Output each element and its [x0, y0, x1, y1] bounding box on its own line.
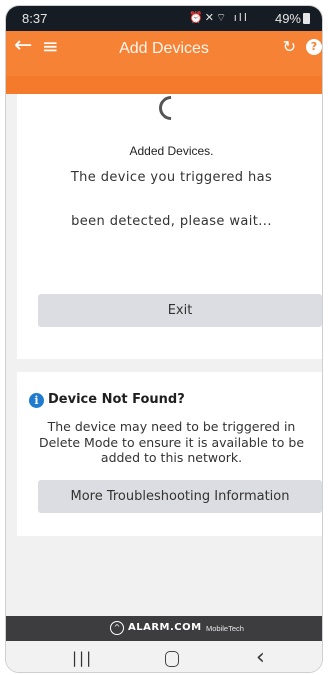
added-devices-title: Added Devices.	[129, 144, 214, 158]
battery-level: 49%	[275, 11, 310, 26]
brand-subtitle: MobileTech	[206, 624, 244, 633]
more-troubleshooting-button[interactable]: More Troubleshooting Information	[38, 480, 322, 513]
loading-spinner-icon	[154, 91, 188, 125]
info-icon: i	[29, 393, 44, 408]
alarm-logo-icon: ^	[110, 621, 124, 635]
battery-percent: 49%	[274, 11, 301, 26]
page-title: Add Devices	[119, 40, 209, 57]
header-strip	[6, 76, 322, 94]
device-not-found-description: The device may need to be triggered in D…	[38, 419, 305, 465]
help-icon[interactable]: ?	[306, 39, 322, 55]
recents-icon[interactable]: |||	[72, 649, 93, 667]
app-header: ← ≡ Add Devices ↻ ?	[6, 31, 322, 94]
battery-icon	[303, 13, 310, 24]
refresh-icon[interactable]: ↻	[283, 37, 296, 56]
status-icons: ⏰✕⌔ ıll	[189, 11, 249, 24]
detected-message-line2: been detected, please wait...	[71, 214, 272, 229]
nav-back-icon[interactable]: ‹	[256, 645, 265, 670]
device-status-card: Added Devices. The device you triggered …	[17, 91, 322, 359]
brand-name: ALARM.COM	[128, 622, 202, 633]
status-bar: 8:37 ⏰✕⌔ ıll 49%	[6, 6, 322, 31]
android-nav-bar: ||| ‹	[6, 641, 322, 672]
status-time: 8:37	[22, 11, 48, 26]
home-icon[interactable]	[165, 651, 179, 667]
detected-message-line1: The device you triggered has	[70, 170, 273, 185]
device-not-found-card: i Device Not Found? The device may need …	[17, 372, 322, 536]
phone-screen: 8:37 ⏰✕⌔ ıll 49% ← ≡ Add Devices ↻ ? Add…	[5, 5, 323, 673]
device-not-found-title: Device Not Found?	[48, 392, 185, 407]
brand-footer: ^ ALARM.COM MobileTech	[6, 616, 322, 641]
exit-button[interactable]: Exit	[38, 294, 322, 327]
